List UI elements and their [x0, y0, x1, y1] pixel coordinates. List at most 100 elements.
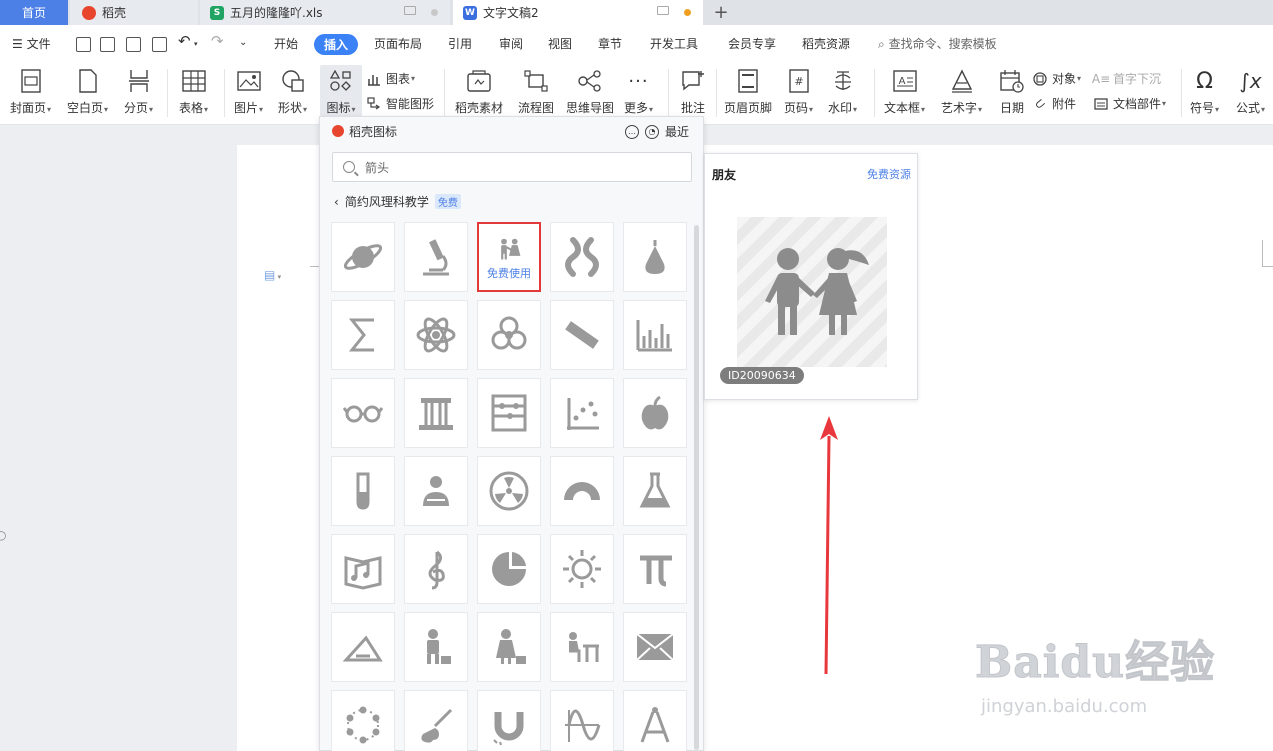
wordart-button[interactable]: 艺术字▾	[941, 67, 982, 116]
undo-dropdown-icon[interactable]: ▾	[194, 40, 198, 48]
print-icon[interactable]	[126, 37, 141, 52]
icon-cell[interactable]	[404, 300, 468, 370]
icon-cell[interactable]	[404, 690, 468, 751]
free-use-button[interactable]: 免费使用	[487, 265, 531, 281]
picture-button[interactable]: 图片▾	[234, 67, 263, 116]
clock-icon[interactable]: ◔	[644, 124, 659, 139]
chart-button[interactable]: 图表 ▾	[367, 70, 415, 87]
attachment-button[interactable]: ⊂ 附件	[1031, 94, 1076, 113]
icon-cell[interactable]	[550, 300, 614, 370]
icon-cell[interactable]	[477, 456, 541, 526]
icon-cell[interactable]	[331, 690, 395, 751]
paragraph-layout-icon[interactable]: ▤ ▾	[264, 268, 281, 282]
new-tab-plus-icon[interactable]: +	[710, 0, 732, 25]
blank-page-button[interactable]: 空白页▾	[67, 67, 108, 116]
menu-references[interactable]: 引用	[448, 35, 472, 52]
icon-cell[interactable]	[623, 300, 687, 370]
icon-cell[interactable]	[623, 612, 687, 682]
menu-chapter[interactable]: 章节	[598, 35, 622, 52]
icon-cell[interactable]	[404, 534, 468, 604]
dropcap-button[interactable]: A≡ 首字下沉	[1092, 70, 1161, 87]
menu-developer[interactable]: 开发工具	[650, 35, 698, 52]
mindmap-label: 思维导图	[566, 101, 615, 115]
undo-icon[interactable]: ↶	[178, 32, 191, 50]
tab-home[interactable]: 首页	[0, 0, 68, 25]
icon-cell[interactable]	[550, 456, 614, 526]
breadcrumb[interactable]: ‹ 简约风理科教学 免费	[334, 193, 461, 210]
icon-cell[interactable]	[623, 378, 687, 448]
icon-cell[interactable]	[550, 378, 614, 448]
icon-cell[interactable]	[477, 612, 541, 682]
icon-cell[interactable]	[404, 612, 468, 682]
flowchart-button[interactable]: 流程图	[518, 67, 554, 116]
cover-page-button[interactable]: 封面页▾	[10, 67, 51, 116]
doc-parts-button[interactable]: 文档部件 ▾	[1094, 95, 1166, 112]
mindmap-button[interactable]: 思维导图	[566, 67, 614, 116]
icon-cell[interactable]	[331, 534, 395, 604]
customize-toolbar-icon[interactable]: ⌄	[239, 37, 247, 48]
icon-cell[interactable]	[623, 456, 687, 526]
shape-button[interactable]: 形状▾	[278, 67, 307, 116]
icon-cell[interactable]	[477, 690, 541, 751]
icon-cell[interactable]	[331, 300, 395, 370]
icon-cell[interactable]	[550, 534, 614, 604]
doc-parts-label: 文档部件	[1113, 97, 1162, 111]
icon-cell[interactable]	[623, 690, 687, 751]
icon-cell[interactable]	[623, 222, 687, 292]
menu-review[interactable]: 审阅	[499, 35, 523, 52]
menu-start[interactable]: 开始	[274, 35, 298, 52]
file-menu[interactable]: ☰ 文件	[12, 35, 51, 52]
tab-doc[interactable]: W 文字文稿2	[453, 0, 703, 25]
panel-scrollbar[interactable]	[694, 225, 699, 750]
icon-cell[interactable]	[404, 456, 468, 526]
symbol-button[interactable]: Ω 符号▾	[1190, 67, 1219, 116]
wordart-icon	[948, 67, 976, 95]
page-number-button[interactable]: # 页码▾	[784, 67, 813, 116]
material-button[interactable]: 稻壳素材	[455, 67, 503, 116]
icon-cell[interactable]	[331, 456, 395, 526]
table-button[interactable]: 表格▾	[179, 67, 208, 116]
textbox-button[interactable]: A 文本框▾	[884, 67, 925, 116]
menu-page-layout[interactable]: 页面布局	[374, 35, 422, 52]
icon-cell[interactable]	[404, 378, 468, 448]
icon-cell[interactable]	[404, 222, 468, 292]
icon-cell-selected[interactable]: 免费使用	[477, 222, 541, 292]
icon-cell[interactable]	[550, 690, 614, 751]
icon-cell[interactable]	[477, 534, 541, 604]
watermark-button[interactable]: 水印▾	[828, 67, 857, 116]
icon-cell[interactable]	[331, 378, 395, 448]
feedback-icon[interactable]: …	[624, 124, 639, 139]
header-footer-button[interactable]: 页眉页脚	[724, 67, 772, 116]
monitor-icon[interactable]	[657, 6, 669, 15]
recent-button[interactable]: 最近	[665, 123, 689, 140]
icon-cell[interactable]	[623, 534, 687, 604]
print-preview-icon[interactable]	[152, 37, 167, 52]
icon-cell[interactable]	[331, 222, 395, 292]
object-button[interactable]: 对象 ▾	[1033, 70, 1081, 87]
tab-daoke[interactable]: 稻壳	[70, 0, 198, 25]
save-icon[interactable]	[76, 37, 91, 52]
icon-cell[interactable]	[477, 300, 541, 370]
smartart-button[interactable]: 智能图形	[367, 95, 434, 112]
menu-daoke-resources[interactable]: 稻壳资源	[802, 35, 850, 52]
icon-cell[interactable]	[550, 222, 614, 292]
comment-button[interactable]: 批注	[679, 67, 707, 116]
date-button[interactable]: 日期	[998, 67, 1026, 116]
redo-icon[interactable]: ↷	[211, 32, 224, 50]
icon-search-input[interactable]: 箭头	[332, 152, 692, 182]
icon-cell[interactable]	[550, 612, 614, 682]
free-resources-link[interactable]: 免费资源	[867, 166, 911, 182]
menu-member[interactable]: 会员专享	[728, 35, 776, 52]
tab-xls[interactable]: S 五月的隆隆吖.xls	[200, 0, 450, 25]
formula-button[interactable]: ∫x 公式▾	[1236, 67, 1265, 116]
command-search[interactable]: ⌕ 查找命令、搜索模板	[878, 35, 997, 52]
menu-view[interactable]: 视图	[548, 35, 572, 52]
more-button[interactable]: ··· 更多▾	[624, 67, 653, 116]
menu-insert[interactable]: 插入	[314, 34, 359, 55]
monitor-icon[interactable]	[404, 6, 416, 15]
icon-cell[interactable]	[331, 612, 395, 682]
export-pdf-icon[interactable]	[100, 37, 115, 52]
icon-button[interactable]: 图标▾	[320, 65, 362, 119]
page-break-button[interactable]: 分页▾	[124, 67, 153, 116]
icon-cell[interactable]	[477, 378, 541, 448]
